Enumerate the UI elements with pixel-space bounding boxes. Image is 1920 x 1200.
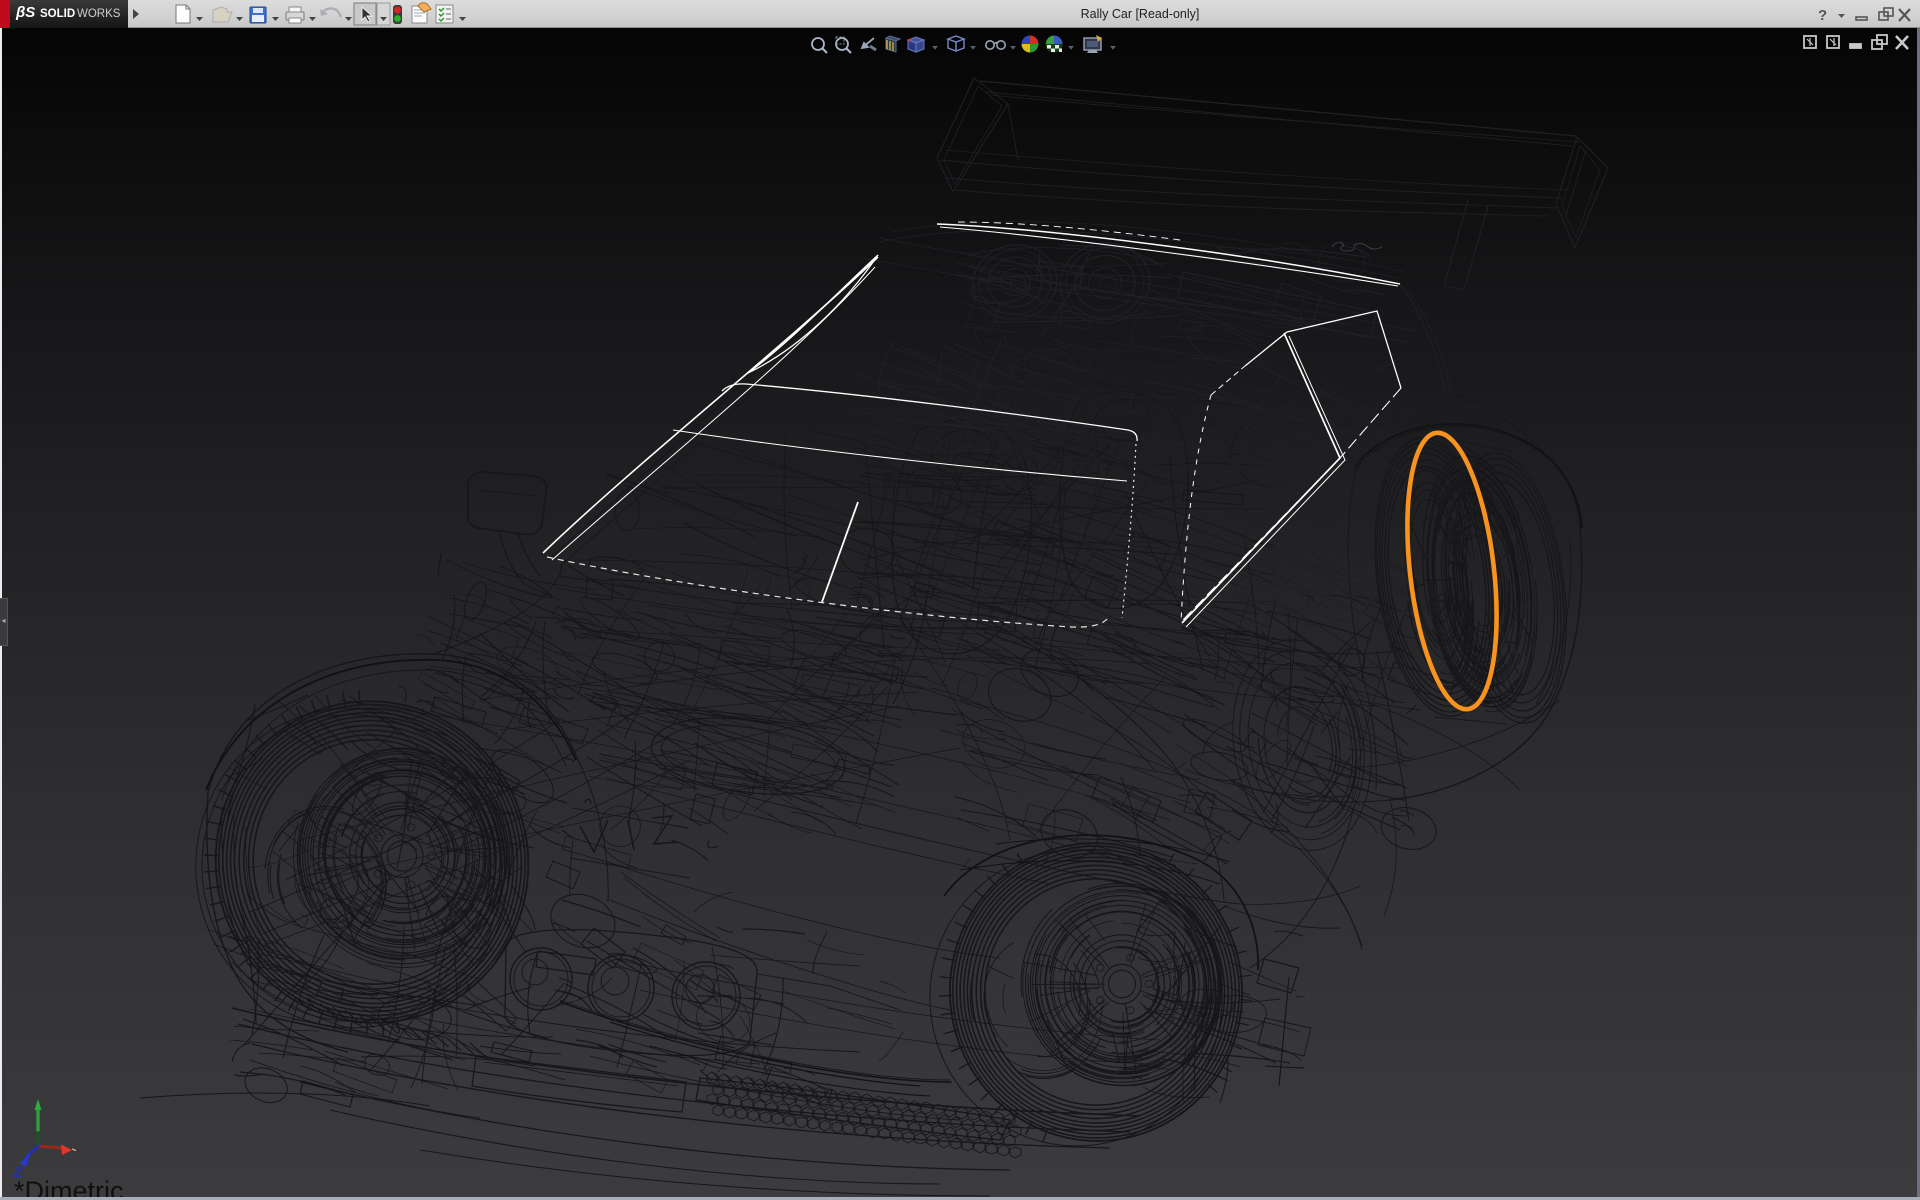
svg-text:?: ? <box>1818 7 1827 24</box>
